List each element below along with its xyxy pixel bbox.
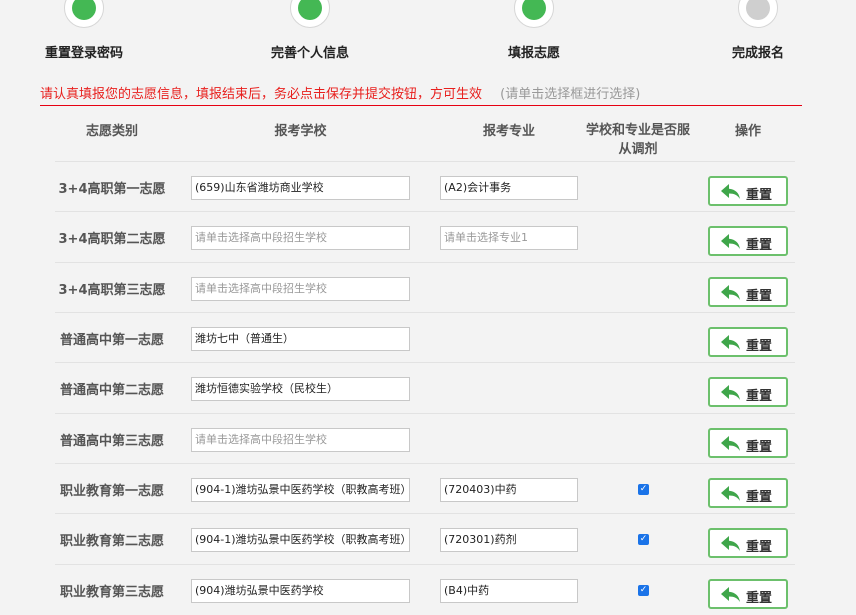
reset-label: 重置 <box>746 490 773 505</box>
major-select[interactable]: (B4)中药 <box>440 579 578 603</box>
major-select[interactable]: (720403)中药 <box>440 478 578 502</box>
undo-arrow-icon <box>721 587 740 602</box>
warning-text: 请认真填报您的志愿信息，填报结束后，务必点击保存并提交按钮，方可生效 <box>40 87 483 102</box>
header-adjust-line2: 从调剂 <box>618 142 658 157</box>
reset-button[interactable]: 重置 <box>708 428 788 458</box>
step-complete-icon <box>64 0 104 28</box>
table-row: 普通高中第二志愿 潍坊恒德实验学校（民校生） 重置 <box>55 362 795 413</box>
step-label: 填报志愿 <box>507 46 560 61</box>
undo-arrow-icon <box>721 335 740 350</box>
reset-button[interactable]: 重置 <box>708 478 788 508</box>
school-select[interactable]: 请单击选择高中段招生学校 <box>191 428 410 452</box>
header-type: 志愿类别 <box>85 124 138 139</box>
undo-arrow-icon <box>721 436 740 451</box>
school-select[interactable]: (904-1)潍坊弘景中医药学校（职教高考班） <box>191 478 410 502</box>
step-label: 完善个人信息 <box>270 46 349 61</box>
table-row: 职业教育第二志愿 (904-1)潍坊弘景中医药学校（职教高考班） (720301)药… <box>55 513 795 564</box>
school-select[interactable]: (659)山东省潍坊商业学校 <box>191 176 410 200</box>
adjust-checkbox[interactable]: ✓ <box>638 585 649 596</box>
school-select[interactable]: 潍坊七中（普通生） <box>191 327 410 351</box>
reset-label: 重置 <box>746 440 773 455</box>
reset-label: 重置 <box>746 591 773 606</box>
table-row: 职业教育第一志愿 (904-1)潍坊弘景中医药学校（职教高考班） (720403)中… <box>55 463 795 514</box>
reset-label: 重置 <box>746 289 773 304</box>
header-major: 报考专业 <box>482 124 535 139</box>
undo-arrow-icon <box>721 536 740 551</box>
header-adjust-line1: 学校和专业是否服 <box>585 123 690 138</box>
major-select[interactable]: 请单击选择专业1 <box>440 226 578 250</box>
school-select[interactable]: (904-1)潍坊弘景中医药学校（职教高考班） <box>191 528 410 552</box>
school-select[interactable]: 请单击选择高中段招生学校 <box>191 277 410 301</box>
reset-label: 重置 <box>746 238 773 253</box>
step-current-icon <box>514 0 554 28</box>
undo-arrow-icon <box>721 385 740 400</box>
undo-arrow-icon <box>721 234 740 249</box>
table-row: 3+4高职第三志愿 请单击选择高中段招生学校 重置 <box>55 262 795 313</box>
wish-type-label: 普通高中第一志愿 <box>59 333 164 348</box>
reset-label: 重置 <box>746 188 773 203</box>
hint-text: (请单击选择框进行选择) <box>500 87 641 102</box>
wish-type-label: 职业教育第一志愿 <box>59 484 164 499</box>
header-school: 报考学校 <box>274 124 327 139</box>
step-label: 重置登录密码 <box>44 46 123 61</box>
reset-button[interactable]: 重置 <box>708 528 788 558</box>
instruction-notice: 请认真填报您的志愿信息，填报结束后，务必点击保存并提交按钮，方可生效 (请单击选… <box>40 83 640 102</box>
step-pending-icon <box>738 0 778 28</box>
wish-type-label: 职业教育第二志愿 <box>59 534 164 549</box>
reset-button[interactable]: 重置 <box>708 226 788 256</box>
wish-type-label: 职业教育第三志愿 <box>59 585 164 600</box>
reset-button[interactable]: 重置 <box>708 377 788 407</box>
reset-button[interactable]: 重置 <box>708 327 788 357</box>
undo-arrow-icon <box>721 486 740 501</box>
undo-arrow-icon <box>721 285 740 300</box>
reset-button[interactable]: 重置 <box>708 277 788 307</box>
step-label: 完成报名 <box>731 46 784 61</box>
header-adjust: 学校和专业是否服 从调剂 <box>578 121 698 159</box>
header-action: 操作 <box>734 124 761 139</box>
reset-label: 重置 <box>746 389 773 404</box>
divider <box>40 105 802 106</box>
progress-steps: 重置登录密码 完善个人信息 填报志愿 完成报名 <box>0 0 856 66</box>
wish-type-label: 普通高中第二志愿 <box>59 383 164 398</box>
table-row: 普通高中第三志愿 请单击选择高中段招生学校 重置 <box>55 413 795 464</box>
adjust-checkbox[interactable]: ✓ <box>638 484 649 495</box>
wish-type-label: 3+4高职第二志愿 <box>58 232 166 247</box>
school-select[interactable]: (904)潍坊弘景中医药学校 <box>191 579 410 603</box>
school-select[interactable]: 潍坊恒德实验学校（民校生） <box>191 377 410 401</box>
undo-arrow-icon <box>721 184 740 199</box>
wish-type-label: 3+4高职第三志愿 <box>58 283 166 298</box>
table-row: 3+4高职第二志愿 请单击选择高中段招生学校 请单击选择专业1 重置 <box>55 211 795 262</box>
reset-label: 重置 <box>746 540 773 555</box>
major-select[interactable]: (A2)会计事务 <box>440 176 578 200</box>
table-row: 普通高中第一志愿 潍坊七中（普通生） 重置 <box>55 312 795 363</box>
wish-type-label: 3+4高职第一志愿 <box>58 182 166 197</box>
reset-label: 重置 <box>746 339 773 354</box>
reset-button[interactable]: 重置 <box>708 176 788 206</box>
step-complete-icon <box>290 0 330 28</box>
table-row: 职业教育第三志愿 (904)潍坊弘景中医药学校 (B4)中药 ✓ 重置 <box>55 564 795 615</box>
school-select[interactable]: 请单击选择高中段招生学校 <box>191 226 410 250</box>
reset-button[interactable]: 重置 <box>708 579 788 609</box>
table-row: 3+4高职第一志愿 (659)山东省潍坊商业学校 (A2)会计事务 重置 <box>55 161 795 212</box>
major-select[interactable]: (720301)药剂 <box>440 528 578 552</box>
adjust-checkbox[interactable]: ✓ <box>638 534 649 545</box>
wish-type-label: 普通高中第三志愿 <box>59 434 164 449</box>
